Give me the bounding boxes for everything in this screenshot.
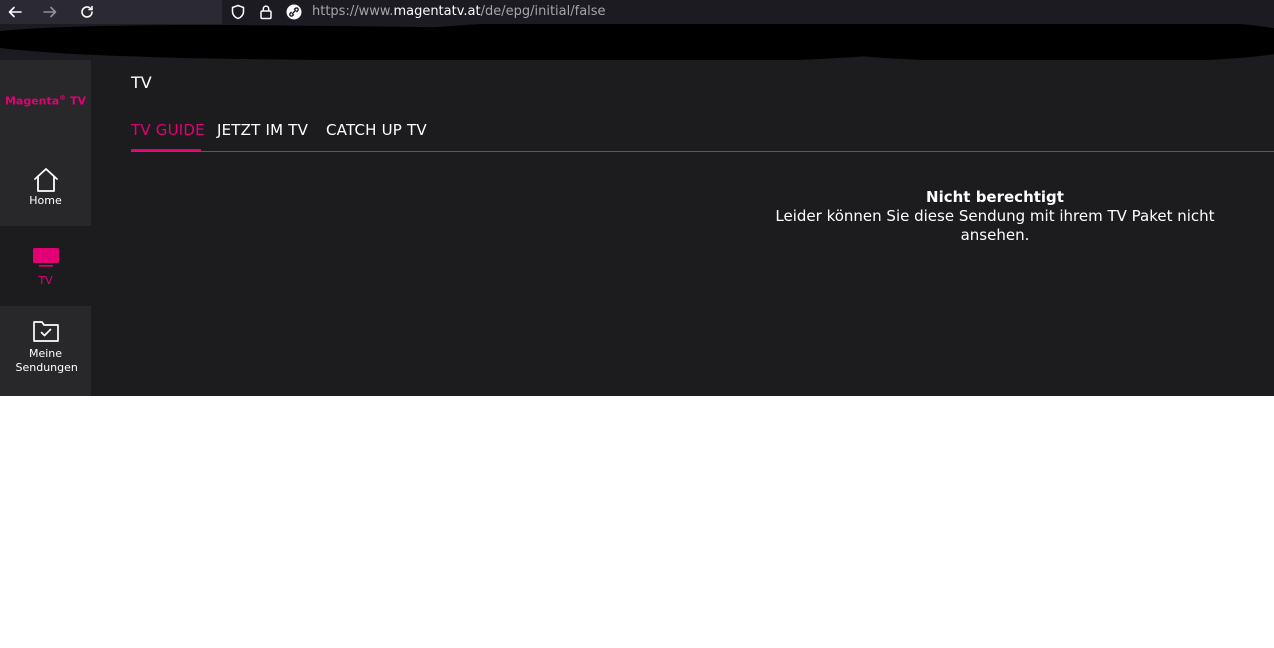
sidebar: Magenta® TV Home TV Meine Sendungen	[0, 60, 91, 396]
tracking-protection-shield-icon[interactable]	[229, 3, 247, 21]
url-domain: magentatv.at	[393, 4, 481, 19]
url-text[interactable]: https://www.magentatv.at/de/epg/initial/…	[312, 4, 606, 19]
tab-catch-up-tv[interactable]: CATCH UP TV	[326, 121, 427, 139]
page-title: TV	[131, 73, 152, 92]
browser-toolbar: https://www.magentatv.at/de/epg/initial/…	[0, 0, 1274, 24]
logo-text: Magenta	[4, 94, 60, 108]
sidebar-item-label: TV	[38, 274, 53, 287]
tab-jetzt-im-tv[interactable]: JETZT IM TV	[217, 121, 308, 139]
sidebar-item-home[interactable]: Home	[0, 160, 91, 226]
back-button[interactable]	[5, 2, 25, 22]
notice-text: Leider können Sie diese Sendung mit ihre…	[775, 207, 1215, 244]
not-authorized-notice: Nicht berechtigt Leider können Sie diese…	[740, 188, 1250, 245]
magenta-tv-app: Magenta® TV Home TV Meine Sendungen TV T…	[0, 60, 1274, 396]
redacted-bookmarks-bar	[0, 24, 1274, 60]
forward-button[interactable]	[40, 2, 60, 22]
reload-button[interactable]	[77, 2, 97, 22]
url-path: /de/epg/initial/false	[480, 4, 606, 19]
reload-icon	[81, 5, 93, 18]
permissions-link-icon[interactable]	[285, 3, 303, 21]
logo-suffix: TV	[66, 94, 87, 108]
url-prefix: https://www.	[312, 4, 394, 19]
sidebar-item-label: Meine Sendungen	[15, 347, 78, 374]
sidebar-item-tv[interactable]: TV	[0, 226, 91, 306]
notice-title: Nicht berechtigt	[926, 188, 1064, 206]
folder-check-icon	[32, 321, 59, 342]
home-icon	[33, 168, 58, 192]
tv-icon	[32, 248, 59, 267]
magenta-tv-logo[interactable]: Magenta® TV	[0, 94, 91, 108]
forward-arrow-icon	[43, 6, 57, 18]
sidebar-item-meine-sendungen[interactable]: Meine Sendungen	[0, 306, 91, 396]
back-arrow-icon	[8, 6, 22, 18]
padlock-icon[interactable]	[257, 3, 275, 21]
sidebar-item-label: Home	[29, 194, 62, 207]
tab-tv-guide[interactable]: TV GUIDE	[131, 121, 205, 139]
tabs-divider	[131, 151, 1274, 152]
